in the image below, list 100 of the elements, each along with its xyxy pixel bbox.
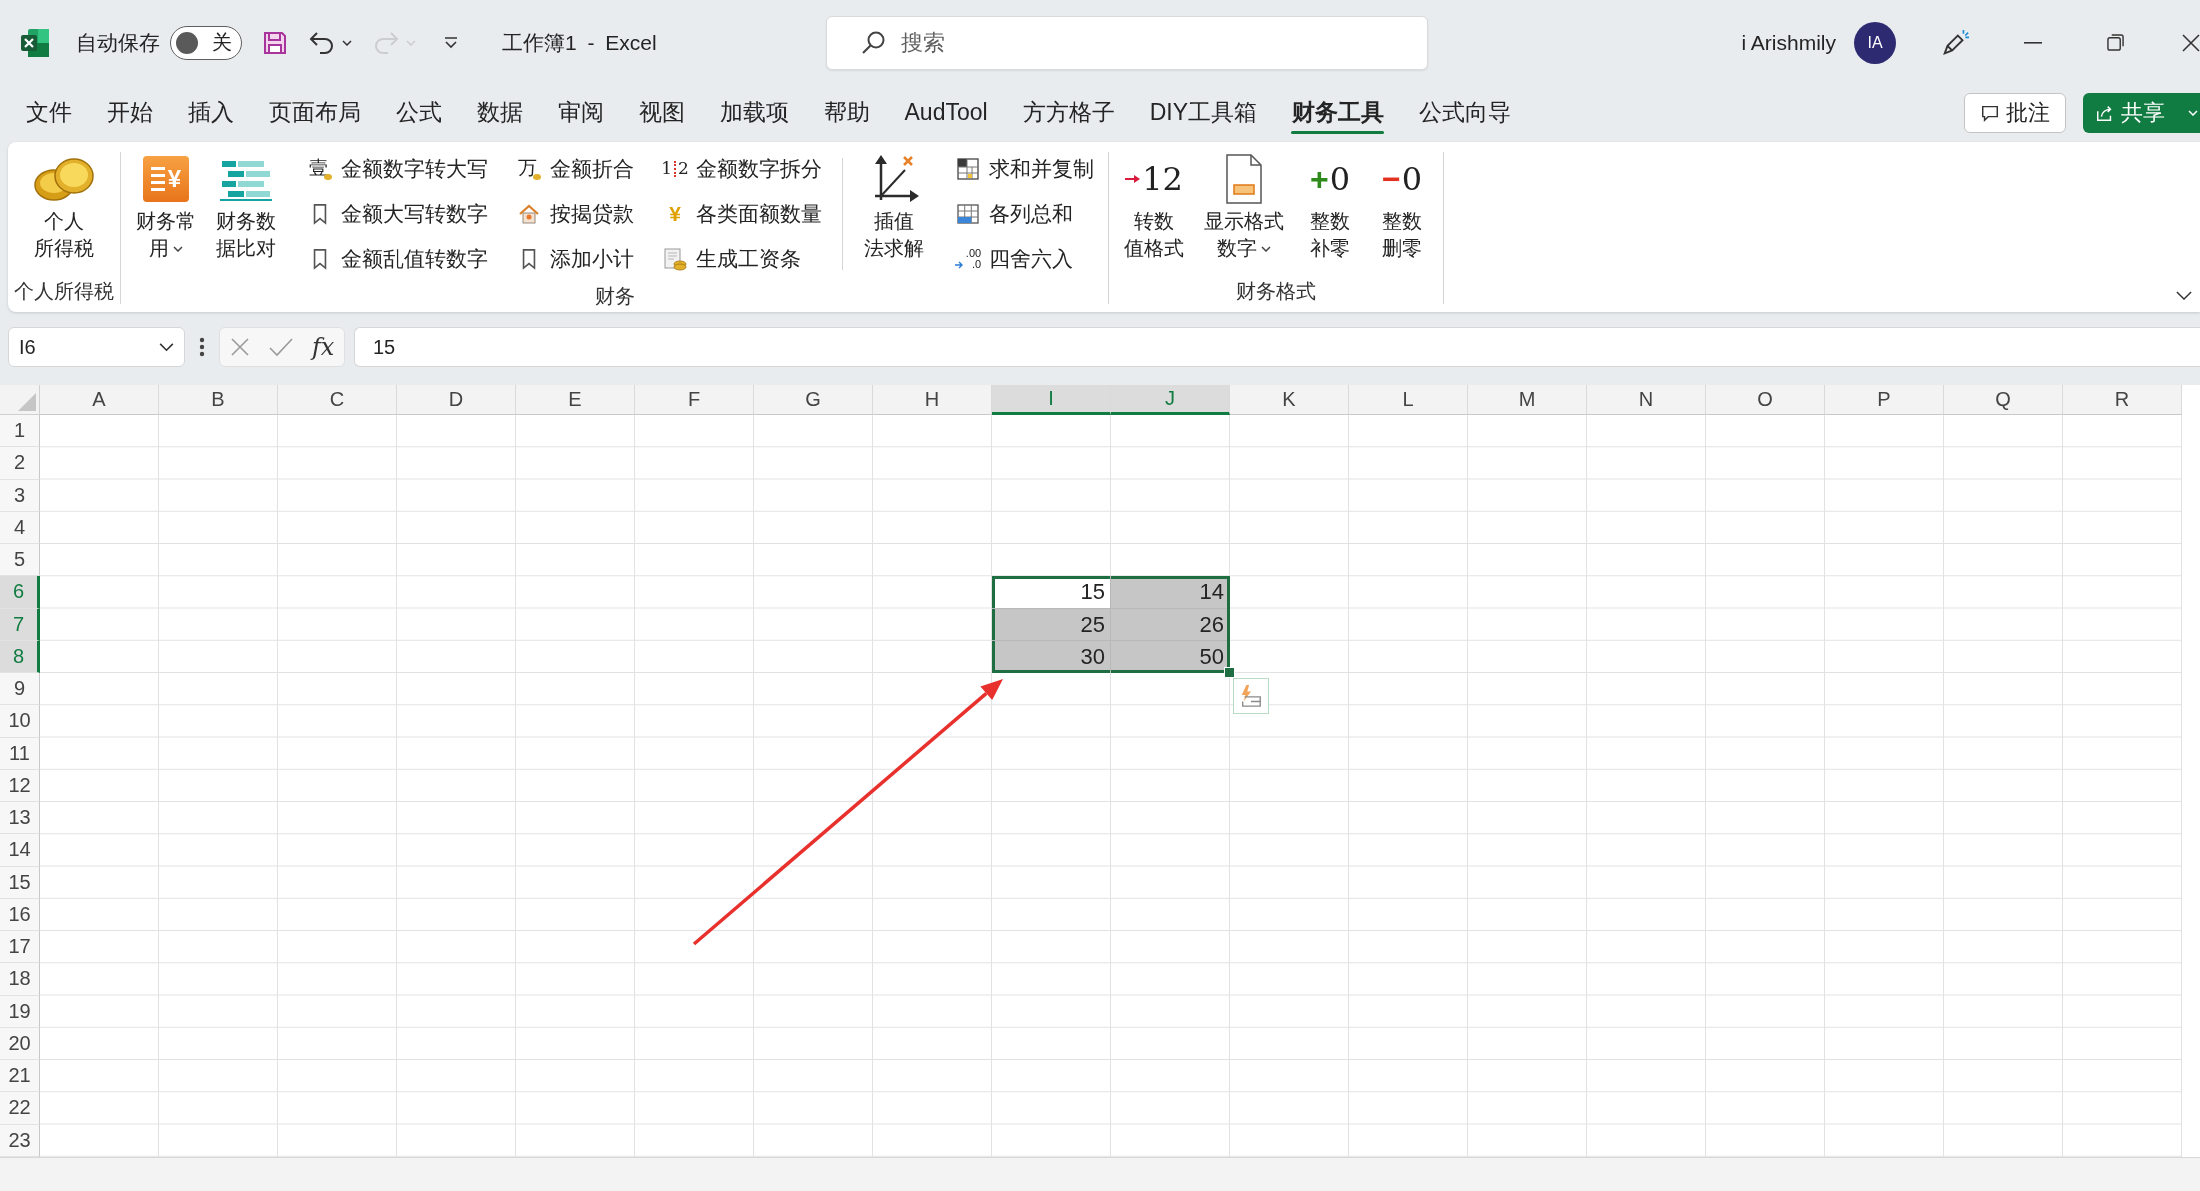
ribbon-button[interactable]: 壹 金额数字转大写 bbox=[303, 146, 492, 191]
ribbon-button[interactable]: 金额大写转数字 bbox=[303, 191, 492, 236]
menu-tab[interactable]: 财务工具 bbox=[1274, 85, 1402, 140]
column-header[interactable]: B bbox=[159, 385, 278, 415]
ribbon-button[interactable]: 12 转数 值格式 bbox=[1119, 148, 1189, 262]
ribbon-button[interactable]: −0 整数 删零 bbox=[1371, 148, 1433, 262]
insert-function-button[interactable]: fx bbox=[311, 333, 335, 361]
ribbon-button[interactable]: +0 整数 补零 bbox=[1299, 148, 1361, 262]
ribbon-button[interactable]: 求和并复制 bbox=[951, 146, 1098, 191]
column-header[interactable]: F bbox=[635, 385, 754, 415]
comment-button[interactable]: 批注 bbox=[1964, 92, 2066, 133]
row-header[interactable]: 12 bbox=[0, 769, 40, 802]
menu-tab[interactable]: 公式 bbox=[378, 85, 459, 140]
row-header[interactable]: 11 bbox=[0, 737, 40, 770]
row-header[interactable]: 14 bbox=[0, 834, 40, 867]
sheet-cell[interactable]: 30 bbox=[992, 640, 1111, 673]
row-header[interactable]: 13 bbox=[0, 802, 40, 835]
sheet-cell[interactable]: 25 bbox=[992, 608, 1111, 641]
row-header[interactable]: 7 bbox=[0, 608, 40, 641]
ribbon-button[interactable]: 生成工资条 bbox=[658, 236, 826, 281]
menu-tab[interactable]: 文件 bbox=[8, 85, 89, 140]
column-header[interactable]: H bbox=[873, 385, 992, 415]
row-header[interactable]: 22 bbox=[0, 1092, 40, 1125]
ribbon-button[interactable]: ¥ 各类面额数量 bbox=[658, 191, 826, 236]
column-header[interactable]: E bbox=[516, 385, 635, 415]
search-field[interactable]: 搜索 bbox=[826, 15, 1428, 70]
more-options-icon[interactable] bbox=[199, 337, 205, 357]
autosave-toggle[interactable]: 关 bbox=[170, 25, 242, 60]
menu-tab[interactable]: 页面布局 bbox=[251, 85, 378, 140]
menu-tab[interactable]: 视图 bbox=[621, 85, 702, 140]
menu-tab[interactable]: 插入 bbox=[170, 85, 251, 140]
row-header[interactable]: 18 bbox=[0, 963, 40, 996]
ribbon-button[interactable]: 各列总和 bbox=[951, 191, 1098, 236]
menu-tab[interactable]: DIY工具箱 bbox=[1132, 85, 1275, 140]
row-header[interactable]: 1 bbox=[0, 415, 40, 448]
sheet-cell[interactable]: 50 bbox=[1111, 640, 1230, 673]
share-button[interactable]: 共享 bbox=[2083, 92, 2200, 133]
ribbon-button[interactable]: ¥ 财务常 用 bbox=[131, 148, 201, 262]
row-header[interactable]: 6 bbox=[0, 576, 40, 609]
column-header[interactable]: D bbox=[397, 385, 516, 415]
column-header[interactable]: L bbox=[1349, 385, 1468, 415]
column-header[interactable]: K bbox=[1230, 385, 1349, 415]
caret-icon bbox=[173, 245, 183, 252]
row-header[interactable]: 4 bbox=[0, 511, 40, 544]
save-button[interactable] bbox=[262, 29, 288, 56]
menu-tab[interactable]: AudTool bbox=[887, 85, 1006, 140]
row-header[interactable]: 15 bbox=[0, 866, 40, 899]
ribbon-button[interactable]: 按揭贷款 bbox=[512, 191, 638, 236]
sheet-cell[interactable]: 26 bbox=[1111, 608, 1230, 641]
column-header[interactable]: Q bbox=[1944, 385, 2063, 415]
row-header[interactable]: 2 bbox=[0, 447, 40, 480]
ribbon-button[interactable]: 个人 所得税 bbox=[28, 148, 100, 262]
row-header[interactable]: 10 bbox=[0, 705, 40, 738]
menu-tab[interactable]: 开始 bbox=[89, 85, 170, 140]
menu-tab[interactable]: 加载项 bbox=[702, 85, 806, 140]
row-header[interactable]: 3 bbox=[0, 479, 40, 512]
customize-button[interactable] bbox=[444, 36, 458, 49]
menu-tab[interactable]: 帮助 bbox=[806, 85, 887, 140]
pen-button[interactable] bbox=[1940, 27, 1970, 58]
column-header[interactable]: G bbox=[754, 385, 873, 415]
menu-tab[interactable]: 方方格子 bbox=[1005, 85, 1133, 140]
ribbon-button[interactable]: 金额乱值转数字 bbox=[303, 236, 492, 281]
row-header[interactable]: 17 bbox=[0, 931, 40, 964]
column-header[interactable]: J bbox=[1111, 385, 1230, 415]
column-header[interactable]: A bbox=[40, 385, 159, 415]
checkmark-icon[interactable] bbox=[268, 337, 293, 357]
column-header[interactable]: C bbox=[278, 385, 397, 415]
menu-tab[interactable]: 公式向导 bbox=[1401, 85, 1529, 140]
menu-tab[interactable]: 数据 bbox=[459, 85, 540, 140]
caret-icon bbox=[342, 39, 352, 46]
column-header[interactable]: O bbox=[1706, 385, 1825, 415]
column-header[interactable]: M bbox=[1468, 385, 1587, 415]
cancel-icon[interactable] bbox=[229, 337, 250, 357]
user-avatar[interactable]: IA bbox=[1854, 21, 1896, 64]
row-header[interactable]: 20 bbox=[0, 1027, 40, 1060]
collapse-ribbon-button[interactable] bbox=[2176, 291, 2192, 300]
row-header[interactable]: 8 bbox=[0, 640, 40, 673]
menu-tab[interactable]: 审阅 bbox=[540, 85, 621, 140]
row-header[interactable]: 21 bbox=[0, 1060, 40, 1093]
caret-icon bbox=[1261, 245, 1271, 252]
name-box[interactable]: I6 bbox=[8, 327, 185, 367]
ribbon-button[interactable]: 1 2 金额数字拆分 bbox=[658, 146, 826, 191]
sheet-cell[interactable]: 15 bbox=[992, 576, 1111, 609]
column-header[interactable]: N bbox=[1587, 385, 1706, 415]
column-header[interactable]: P bbox=[1825, 385, 1944, 415]
formula-field[interactable]: 15 bbox=[354, 327, 2200, 367]
row-header[interactable]: 16 bbox=[0, 898, 40, 931]
row-header[interactable]: 9 bbox=[0, 673, 40, 706]
ribbon-button[interactable]: 显示格式 数字 bbox=[1199, 148, 1289, 262]
column-header[interactable]: I bbox=[992, 385, 1111, 415]
row-header[interactable]: 5 bbox=[0, 544, 40, 577]
column-header[interactable]: R bbox=[2063, 385, 2182, 415]
ribbon-button[interactable]: 财务数 据比对 bbox=[211, 148, 281, 262]
sheet-cell[interactable]: 14 bbox=[1111, 576, 1230, 609]
row-header[interactable]: 23 bbox=[0, 1124, 40, 1157]
fill-handle[interactable] bbox=[1224, 667, 1235, 678]
ribbon-button[interactable]: 插值 法求解 bbox=[859, 148, 929, 262]
ribbon-button[interactable]: 添加小计 bbox=[512, 236, 638, 281]
ribbon-button[interactable]: 万 金额折合 bbox=[512, 146, 638, 191]
row-header[interactable]: 19 bbox=[0, 995, 40, 1028]
